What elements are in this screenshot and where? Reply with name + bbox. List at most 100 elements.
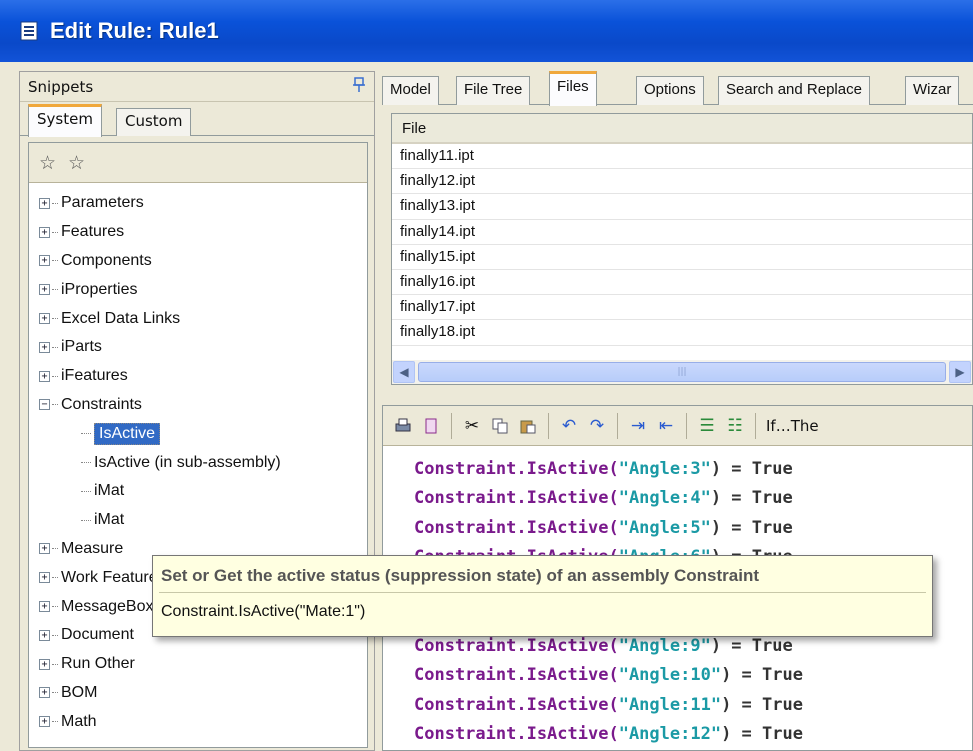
tree-item-label[interactable]: Components [61,252,152,270]
tree-leaf[interactable]: iMat [29,477,367,506]
tree-item-label[interactable]: iProperties [61,281,137,299]
preview-icon[interactable] [417,412,445,440]
expand-icon[interactable]: + [39,370,50,382]
tree-item-label[interactable]: BOM [61,684,97,702]
tab-model[interactable]: Model [382,76,439,105]
expand-icon[interactable]: + [39,658,50,670]
tree-category[interactable]: − Constraints [29,391,367,420]
code-rest: ) = True [721,665,803,686]
collapse-icon[interactable]: − [39,399,50,411]
uncomment-icon[interactable]: ☷ [721,412,749,440]
snippet-toolbar: ☆ ☆ [29,143,367,183]
expand-icon[interactable]: + [39,341,50,353]
tree-item-label[interactable]: Document [61,626,134,644]
code-line[interactable]: Constraint.IsActive("Angle:3") = True [414,454,972,484]
expand-icon[interactable]: + [39,313,50,325]
tab-files[interactable]: Files [549,71,597,106]
splitter[interactable] [382,391,973,399]
tree-item-label[interactable]: iMat [94,511,124,529]
tab-custom[interactable]: Custom [116,108,192,136]
file-row[interactable]: finally15.ipt [392,245,972,270]
tab-search-and-replace[interactable]: Search and Replace [718,76,870,105]
file-row[interactable]: finally17.ipt [392,295,972,321]
tree-category[interactable]: + Excel Data Links [29,304,367,333]
tree-item-label[interactable]: Features [61,223,124,241]
tree-item-label[interactable]: iFeatures [61,367,128,385]
tree-leaf[interactable]: IsActive [29,419,367,448]
app-icon [18,20,40,42]
scroll-right-icon[interactable]: ▶ [949,361,971,383]
expand-icon[interactable]: + [39,572,50,584]
tree-item-label[interactable]: Constraints [61,396,142,414]
tree-item-label[interactable]: IsActive [94,422,161,445]
tree-category[interactable]: + Features [29,218,367,247]
expand-icon[interactable]: + [39,629,50,641]
tree-category[interactable]: + Run Other [29,650,367,679]
file-row[interactable]: finally11.ipt [392,144,972,170]
tree-category[interactable]: + iProperties [29,275,367,304]
tree-item-label[interactable]: Measure [61,540,123,558]
undo-icon[interactable]: ↶ [555,412,583,440]
expand-icon[interactable]: + [39,716,50,728]
indent-icon[interactable]: ⇥ [624,412,652,440]
code-rest: ) = True [710,635,793,656]
tree-item-label[interactable]: iParts [61,338,102,356]
code-line[interactable]: Constraint.IsActive("Angle:11") = True [414,690,972,720]
expand-icon[interactable]: + [39,601,50,613]
expand-icon[interactable]: + [39,284,50,296]
code-line[interactable]: Constraint.IsActive("Angle:10") = True [414,661,972,691]
tree-item-label[interactable]: MessageBox [61,598,154,616]
tree-leaf[interactable]: iMat [29,506,367,535]
expand-icon[interactable]: + [39,543,50,555]
main-tabs: Model File Tree Files Options Search and Rep… [382,71,973,106]
horizontal-scrollbar[interactable]: ◀ ||| ▶ [392,360,972,384]
file-row[interactable]: finally18.ipt [392,320,972,346]
tab-wizards[interactable]: Wizar [905,76,960,105]
code-string: "Angle:5" [618,517,711,538]
scroll-left-icon[interactable]: ◀ [393,361,415,383]
pin-icon[interactable] [352,76,366,97]
tree-category[interactable]: + iFeatures [29,362,367,391]
code-line[interactable]: Constraint.IsActive("Angle:5") = True [414,513,972,543]
tree-leaf[interactable]: IsActive (in sub-assembly) [29,448,367,477]
expand-icon[interactable]: + [39,226,50,238]
tree-category[interactable]: + BOM [29,679,367,708]
expand-icon[interactable]: + [39,197,50,209]
scroll-thumb[interactable]: ||| [418,362,946,382]
file-column-header[interactable]: File [392,114,972,144]
if-then-button[interactable]: If…The [762,417,819,435]
tab-file-tree[interactable]: File Tree [456,76,531,105]
tree-item-label[interactable]: iMat [94,482,124,500]
expand-icon[interactable]: + [39,687,50,699]
file-row[interactable]: finally14.ipt [392,220,972,245]
expand-icon[interactable]: + [39,255,50,267]
tree-item-label[interactable]: Math [61,713,97,731]
file-row[interactable]: finally16.ipt [392,270,972,296]
outdent-icon[interactable]: ⇤ [652,412,680,440]
copy-icon[interactable] [486,412,514,440]
tree-category[interactable]: + Parameters [29,189,367,218]
star-filter-icon[interactable]: ☆ [39,152,56,174]
tree-item-label[interactable]: IsActive (in sub-assembly) [94,454,281,472]
code-line[interactable]: Constraint.IsActive("Angle:12") = True [414,720,972,750]
tree-item-label[interactable]: Excel Data Links [61,310,180,328]
paste-icon[interactable] [514,412,542,440]
file-row[interactable]: finally12.ipt [392,169,972,195]
tree-category[interactable]: + iParts [29,333,367,362]
tree-item-label[interactable]: Work Features [61,569,166,587]
cut-icon[interactable]: ✂ [458,412,486,440]
tree-category[interactable]: + Math [29,707,367,736]
print-icon[interactable] [389,412,417,440]
code-line[interactable]: Constraint.IsActive("Angle:4") = True [414,484,972,514]
tooltip-title: Set or Get the active status (suppressio… [161,566,759,585]
tab-options[interactable]: Options [636,76,704,105]
tab-system[interactable]: System [28,104,102,137]
code-string: "Angle:4" [618,488,711,509]
tree-category[interactable]: + Components [29,247,367,276]
comment-icon[interactable]: ☰ [693,412,721,440]
tree-item-label[interactable]: Run Other [61,655,135,673]
tree-item-label[interactable]: Parameters [61,194,144,212]
file-row[interactable]: finally13.ipt [392,194,972,220]
redo-icon[interactable]: ↷ [583,412,611,440]
star-edit-icon[interactable]: ☆ [68,152,85,174]
